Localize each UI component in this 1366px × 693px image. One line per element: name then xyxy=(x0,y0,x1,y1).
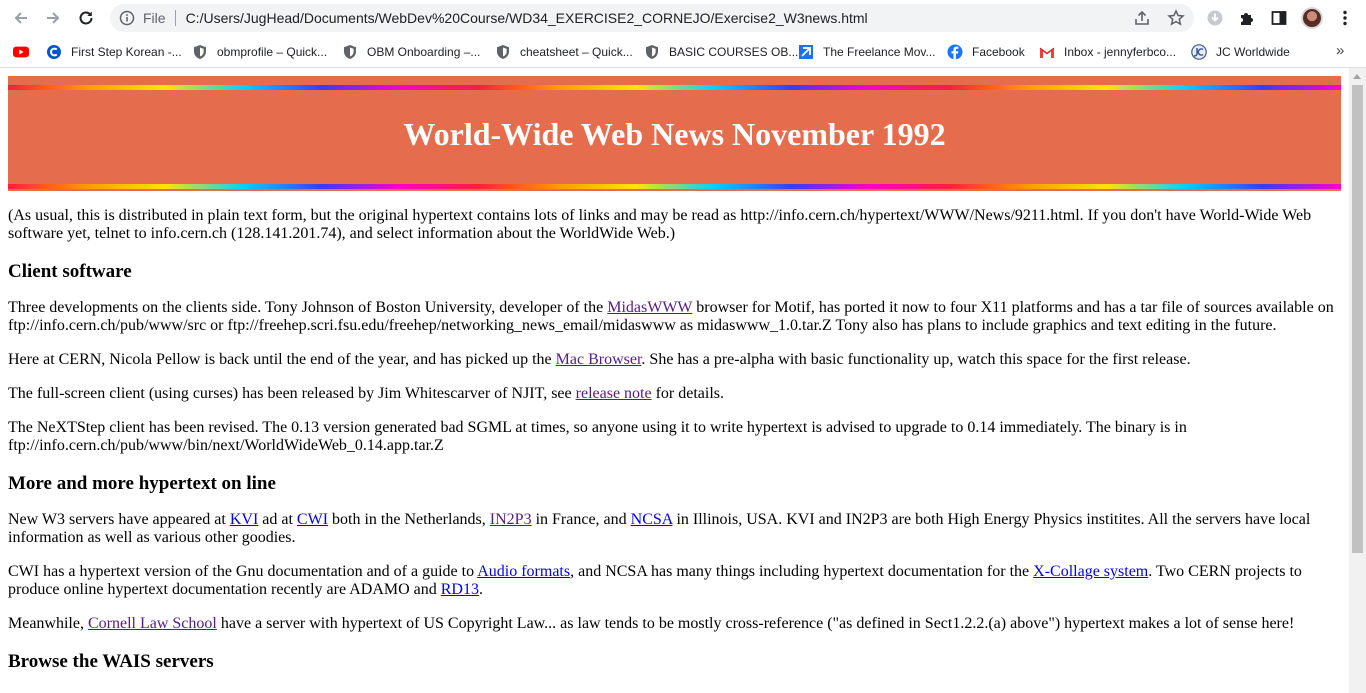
bookmark-basic-courses[interactable]: BASIC COURSES OB... xyxy=(644,43,798,61)
rainbow-divider xyxy=(8,184,1341,189)
paragraph-text: The full-screen client (using curses) ha… xyxy=(8,385,576,402)
paragraph-text: CWI has a hypertext version of the Gnu d… xyxy=(8,563,478,580)
profile-avatar[interactable] xyxy=(1301,7,1323,29)
link-cornell-law-school[interactable]: Cornell Law School xyxy=(88,615,217,632)
shield-icon xyxy=(495,44,511,60)
freelance-icon xyxy=(798,44,814,60)
shield-icon xyxy=(342,44,358,60)
link-audio-formats[interactable]: Audio formats xyxy=(477,563,570,580)
extensions-puzzle-icon[interactable] xyxy=(1236,7,1258,29)
youtube-icon xyxy=(13,44,29,60)
paragraph-cornell-law: Meanwhile, Cornell Law School have a ser… xyxy=(8,615,1341,633)
more-bookmarks-button[interactable]: » xyxy=(1336,42,1344,59)
bookmark-label: First Step Korean -... xyxy=(71,45,182,59)
arrow-right-icon xyxy=(47,12,60,24)
link-midaswww[interactable]: MidasWWW xyxy=(607,299,692,316)
paragraph-text: New W3 servers have appeared at xyxy=(8,511,230,528)
vertical-scrollbar[interactable] xyxy=(1349,68,1366,693)
link-release-note[interactable]: release note xyxy=(576,385,652,402)
download-icon[interactable] xyxy=(1204,7,1226,29)
paragraph-text: Meanwhile, xyxy=(8,615,88,632)
paragraph-nextstep: The NeXTStep client has been revised. Th… xyxy=(8,419,1187,454)
bookmark-label: The Freelance Mov... xyxy=(823,45,936,59)
paragraph-text: , and NCSA has many things including hyp… xyxy=(570,563,1034,580)
gmail-icon xyxy=(1039,44,1055,60)
link-in2p3[interactable]: IN2P3 xyxy=(490,511,532,528)
bookmark-facebook[interactable]: Facebook xyxy=(947,43,1025,61)
paragraph-text: in France, and xyxy=(531,511,631,528)
bookmark-label: Facebook xyxy=(972,45,1025,59)
jc-logo-icon xyxy=(1191,44,1207,60)
share-icon[interactable] xyxy=(1132,8,1152,28)
scroll-up-arrow-icon[interactable] xyxy=(1353,74,1361,79)
paragraph-curses-client: The full-screen client (using curses) ha… xyxy=(8,385,1341,403)
paragraph-midaswww: Three developments on the clients side. … xyxy=(8,299,1341,335)
facebook-icon xyxy=(947,44,963,60)
side-panel-icon[interactable] xyxy=(1268,7,1290,29)
bookmark-first-step-korean[interactable]: First Step Korean -... xyxy=(46,43,182,61)
bookmark-youtube[interactable] xyxy=(13,43,38,61)
bookmark-label: BASIC COURSES OB... xyxy=(669,45,799,59)
url-scheme-label: File xyxy=(143,10,166,26)
bookmark-cheatsheet[interactable]: cheatsheet – Quick... xyxy=(495,43,633,61)
bookmark-label: cheatsheet – Quick... xyxy=(520,45,633,59)
bookmark-label: JC Worldwide xyxy=(1216,45,1290,59)
forward-button[interactable] xyxy=(40,5,66,31)
paragraph-mac-browser: Here at CERN, Nicola Pellow is back unti… xyxy=(8,351,1341,369)
paragraph-text: . She has a pre-alpha with basic functio… xyxy=(641,351,1191,368)
page-content: World-Wide Web News November 1992 (As us… xyxy=(0,68,1349,673)
page-title: World-Wide Web News November 1992 xyxy=(403,116,946,152)
paragraph-text: . xyxy=(478,581,483,598)
kebab-menu-icon[interactable] xyxy=(1334,7,1356,29)
paragraph-new-servers: New W3 servers have appeared at KVI ad a… xyxy=(8,511,1341,547)
bookmarks-bar: First Step Korean -... obmprofile – Quic… xyxy=(0,36,1366,68)
bookmark-jc-worldwide[interactable]: JC Worldwide xyxy=(1191,43,1290,61)
bookmark-freelance-movement[interactable]: The Freelance Mov... xyxy=(798,43,936,61)
scrollbar-thumb[interactable] xyxy=(1352,85,1363,553)
paragraph-text: both in the Netherlands, xyxy=(328,511,490,528)
bookmark-label: obmprofile – Quick... xyxy=(217,45,328,59)
intro-paragraph: (As usual, this is distributed in plain … xyxy=(8,207,1312,242)
paragraph-text: Here at CERN, Nicola Pellow is back unti… xyxy=(8,351,556,368)
reload-button[interactable] xyxy=(73,5,99,31)
coursera-icon xyxy=(46,44,62,60)
arrow-left-icon xyxy=(14,12,27,24)
link-ncsa[interactable]: NCSA xyxy=(631,511,673,528)
browser-toolbar: File C:/Users/JugHead/Documents/WebDev%2… xyxy=(0,0,1366,36)
bookmark-star-icon[interactable] xyxy=(1166,8,1186,28)
section-heading-hypertext-online: More and more hypertext on line xyxy=(8,473,276,494)
link-mac-browser[interactable]: Mac Browser xyxy=(556,351,642,368)
divider xyxy=(174,10,176,26)
shield-icon xyxy=(644,44,660,60)
paragraph-text: have a server with hypertext of US Copyr… xyxy=(216,615,1295,632)
bookmark-obm-onboarding[interactable]: OBM Onboarding –... xyxy=(342,43,480,61)
bookmark-label: Inbox - jennyferbco... xyxy=(1064,45,1177,59)
browser-chrome: File C:/Users/JugHead/Documents/WebDev%2… xyxy=(0,0,1366,68)
bookmark-obmprofile[interactable]: obmprofile – Quick... xyxy=(192,43,327,61)
rainbow-divider xyxy=(8,85,1341,90)
bookmark-gmail-inbox[interactable]: Inbox - jennyferbco... xyxy=(1039,43,1176,61)
shield-icon xyxy=(192,44,208,60)
paragraph-text: Three developments on the clients side. … xyxy=(8,299,608,316)
link-kvi[interactable]: KVI xyxy=(230,511,258,528)
page-banner: World-Wide Web News November 1992 xyxy=(8,76,1341,191)
url-text[interactable]: C:/Users/JugHead/Documents/WebDev%20Cour… xyxy=(186,10,868,26)
paragraph-cwi-docs: CWI has a hypertext version of the Gnu d… xyxy=(8,563,1341,599)
paragraph-text: ad at xyxy=(258,511,297,528)
paragraph-text: for details. xyxy=(651,385,725,402)
section-heading-wais-servers: Browse the WAIS servers xyxy=(8,651,214,672)
address-bar[interactable]: File C:/Users/JugHead/Documents/WebDev%2… xyxy=(110,4,1194,32)
bookmark-label: OBM Onboarding –... xyxy=(367,45,481,59)
link-cwi[interactable]: CWI xyxy=(297,511,328,528)
page-viewport: World-Wide Web News November 1992 (As us… xyxy=(0,68,1349,693)
link-x-collage-system[interactable]: X-Collage system xyxy=(1033,563,1148,580)
back-button[interactable] xyxy=(8,5,34,31)
section-heading-client-software: Client software xyxy=(8,261,132,282)
link-rd13[interactable]: RD13 xyxy=(441,581,479,598)
reload-icon xyxy=(79,11,93,25)
info-icon[interactable] xyxy=(119,10,135,26)
